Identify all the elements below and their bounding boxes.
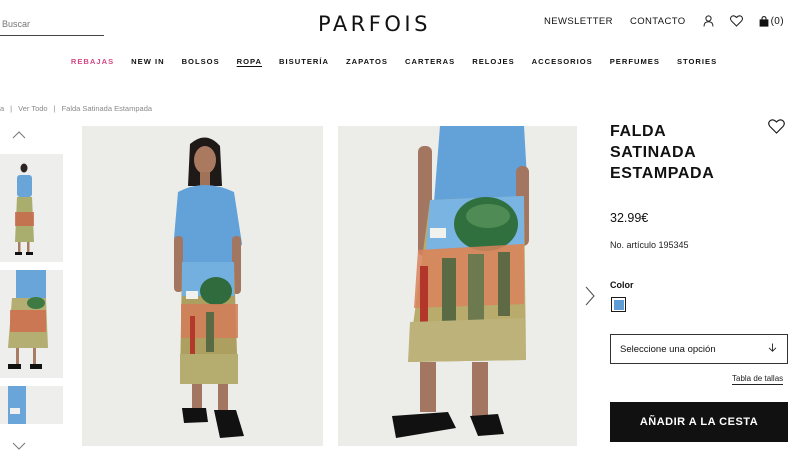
product-title: FALDA SATINADA ESTAMPADA	[610, 123, 715, 182]
chevron-right-icon[interactable]	[585, 286, 595, 311]
cart-button[interactable]: (0)	[759, 16, 784, 27]
product-photo-front[interactable]	[82, 126, 323, 446]
add-to-cart-button[interactable]: AÑADIR A LA CESTA	[610, 402, 788, 442]
breadcrumb-current: Falda Satinada Estampada	[61, 104, 153, 113]
nav-item-relojes[interactable]: RELOJES	[472, 57, 514, 66]
size-select-label: Seleccione una opción	[620, 343, 716, 355]
breadcrumb-item[interactable]: Ver Todo	[18, 104, 47, 113]
bag-icon	[759, 15, 769, 27]
brand-logo[interactable]: PARFOIS	[318, 12, 431, 36]
contact-link[interactable]: CONTACTO	[630, 16, 686, 27]
size-select[interactable]: Seleccione una opción	[610, 334, 788, 364]
article-number: No. artículo 195345	[610, 240, 689, 250]
color-label: Color	[610, 280, 634, 290]
thumbnail-1[interactable]	[0, 154, 63, 262]
nav-item-carteras[interactable]: CARTERAS	[405, 57, 455, 66]
breadcrumb: a | Ver Todo | Falda Satinada Estampada	[0, 104, 152, 113]
breadcrumb-separator: |	[10, 104, 13, 113]
breadcrumb-separator: |	[53, 104, 56, 113]
chevron-down-select-icon	[768, 343, 777, 355]
nav-item-rebajas[interactable]: REBAJAS	[71, 57, 114, 66]
nav-item-new-in[interactable]: NEW IN	[131, 57, 164, 66]
cart-count: (0)	[770, 15, 784, 27]
heart-icon[interactable]	[729, 15, 743, 27]
heart-outline-icon[interactable]	[768, 119, 785, 139]
swatch-fill	[613, 299, 624, 310]
nav-item-accesorios[interactable]: ACCESORIOS	[532, 57, 593, 66]
user-icon[interactable]	[703, 15, 714, 27]
newsletter-link[interactable]: NEWSLETTER	[544, 16, 613, 27]
thumbnail-image	[0, 154, 63, 262]
search-input[interactable]	[0, 15, 100, 29]
search-field[interactable]	[0, 14, 104, 36]
thumbnail-3[interactable]	[0, 386, 63, 424]
header-links: NEWSLETTER CONTACTO (0)	[544, 15, 788, 27]
product-price: 32.99€	[610, 211, 649, 225]
nav-item-zapatos[interactable]: ZAPATOS	[346, 57, 388, 66]
product-image	[82, 126, 323, 446]
nav-item-perfumes[interactable]: PERFUMES	[610, 57, 660, 66]
thumbnail-image	[0, 270, 63, 378]
thumbnail-image	[0, 386, 63, 424]
product-image	[338, 126, 577, 446]
product-photo-detail[interactable]	[338, 126, 577, 446]
breadcrumb-item[interactable]: a	[0, 104, 4, 113]
chevron-down-icon[interactable]	[12, 437, 26, 450]
nav-item-stories[interactable]: STORIES	[677, 57, 717, 66]
nav-item-bisuteria[interactable]: BISUTERÍA	[279, 57, 329, 66]
chevron-up-icon[interactable]	[12, 126, 26, 144]
thumbnail-2[interactable]	[0, 270, 63, 378]
nav-item-bolsos[interactable]: BOLSOS	[182, 57, 220, 66]
nav-item-ropa[interactable]: ROPA	[237, 57, 262, 66]
main-nav: REBAJAS NEW IN BOLSOS ROPA BISUTERÍA ZAP…	[0, 57, 788, 66]
size-table-link[interactable]: Tabla de tallas	[732, 374, 784, 385]
color-swatch[interactable]	[611, 297, 626, 312]
